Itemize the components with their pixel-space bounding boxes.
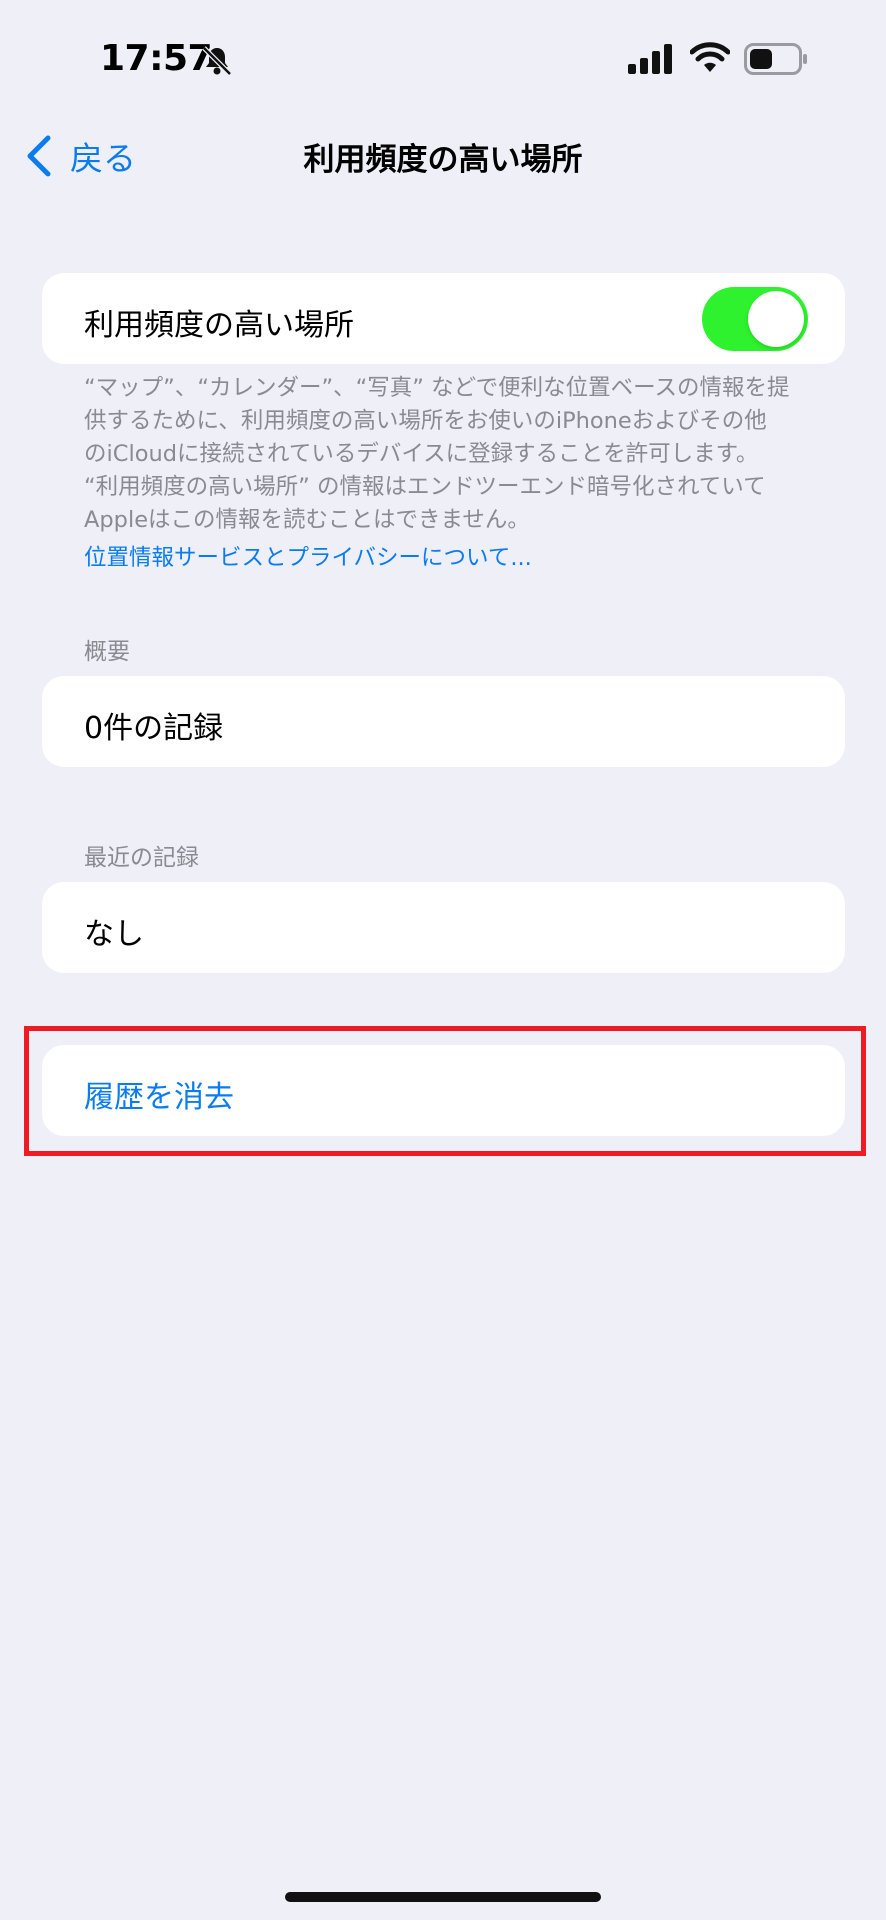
description-line: “利用頻度の高い場所” の情報はエンドツーエンド暗号化されていて bbox=[84, 474, 766, 500]
significant-locations-description: “マップ”、“カレンダー”、“写真” などで便利な位置ベースの情報を提 供するた… bbox=[84, 372, 814, 537]
toggle-knob bbox=[748, 291, 804, 347]
summary-value: 0件の記録 bbox=[84, 711, 224, 746]
recent-value: なし bbox=[84, 917, 144, 952]
description-line: 供するために、利用頻度の高い場所をお使いのiPhoneおよびその他 bbox=[84, 408, 767, 434]
description-line: Appleはこの情報を読むことはできません。 bbox=[84, 507, 530, 533]
significant-locations-toggle[interactable] bbox=[702, 287, 808, 351]
summary-header: 概要 bbox=[84, 639, 130, 665]
battery-icon bbox=[744, 43, 807, 75]
cellular-signal-icon bbox=[628, 44, 672, 74]
privacy-link[interactable]: 位置情報サービスとプライバシーについて... bbox=[84, 540, 532, 572]
significant-locations-label: 利用頻度の高い場所 bbox=[84, 308, 354, 343]
highlight-box bbox=[24, 1026, 866, 1156]
description-line: “マップ”、“カレンダー”、“写真” などで便利な位置ベースの情報を提 bbox=[84, 375, 790, 401]
bell-slash-icon bbox=[202, 46, 232, 76]
page-title: 利用頻度の高い場所 bbox=[303, 142, 583, 178]
recent-header: 最近の記録 bbox=[84, 845, 199, 871]
home-indicator bbox=[285, 1892, 601, 1902]
description-line: のiCloudに接続されているデバイスに登録することを許可します。 bbox=[84, 441, 759, 467]
status-time: 17:57 bbox=[100, 38, 213, 79]
recent-card bbox=[42, 882, 845, 973]
wifi-icon bbox=[690, 42, 730, 72]
